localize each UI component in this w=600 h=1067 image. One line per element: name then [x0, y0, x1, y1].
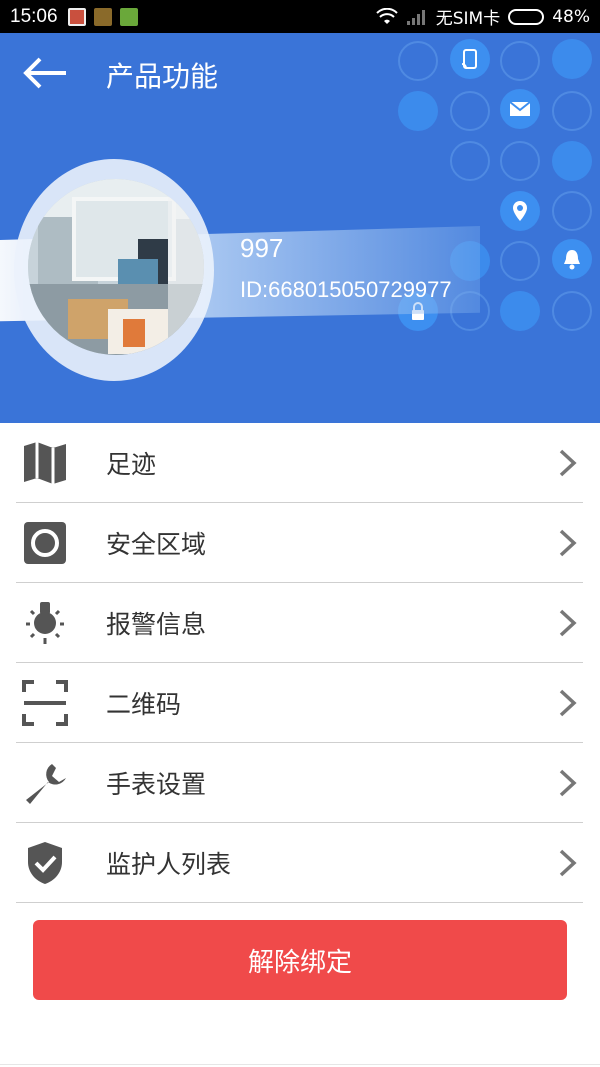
- status-right: 无SIM卡 48%: [376, 4, 590, 29]
- carrier-label: 无SIM卡: [435, 9, 501, 29]
- battery-percent: 48%: [552, 6, 590, 27]
- decor-dot: [552, 191, 592, 231]
- menu-item-guardian-list[interactable]: 监护人列表: [16, 823, 583, 903]
- decor-dot: [450, 141, 490, 181]
- mail-icon: [500, 89, 540, 129]
- decor-dot: [398, 41, 438, 81]
- menu-label: 安全区域: [106, 529, 207, 559]
- chevron-right-icon: [559, 529, 577, 556]
- decor-dot: [552, 291, 592, 331]
- alarm-bulb-icon: [16, 594, 74, 652]
- device-avatar[interactable]: [28, 179, 204, 355]
- battery-icon: [508, 8, 545, 25]
- decor-dot: [552, 141, 592, 181]
- menu-item-alarm-info[interactable]: 报警信息: [16, 583, 583, 663]
- status-time: 15:06: [10, 5, 58, 27]
- decor-dot: [450, 91, 490, 131]
- function-menu: 足迹 安全区域 报警信息 二维码 手表设置 监护人列表: [16, 423, 583, 903]
- safe-zone-icon: [16, 514, 74, 572]
- decor-dot: [500, 241, 540, 281]
- unbind-button[interactable]: 解除绑定: [33, 920, 567, 1000]
- decor-dot: [500, 41, 540, 81]
- chevron-right-icon: [559, 849, 577, 876]
- status-bar: 15:06 无SIM卡 48%: [0, 0, 600, 33]
- device-id: ID:668015050729977: [240, 277, 452, 302]
- chevron-right-icon: [559, 449, 577, 476]
- wifi-icon: [376, 7, 398, 24]
- qr-scan-icon: [16, 674, 74, 732]
- menu-label: 二维码: [106, 689, 182, 719]
- menu-item-watch-settings[interactable]: 手表设置: [16, 743, 583, 823]
- location-pin-icon: [500, 191, 540, 231]
- back-arrow-icon[interactable]: [22, 57, 68, 89]
- menu-label: 报警信息: [106, 609, 207, 639]
- device-header: 产品功能 997 ID:668015050729977: [0, 33, 600, 423]
- chevron-right-icon: [559, 609, 577, 636]
- decor-dot: [552, 39, 592, 79]
- page-title: 产品功能: [106, 60, 219, 93]
- device-name: 997: [240, 233, 284, 263]
- phone-cast-icon: [450, 39, 490, 79]
- calendar-notification-icon: [67, 7, 86, 26]
- shield-check-icon: [16, 834, 74, 892]
- chevron-right-icon: [559, 689, 577, 716]
- menu-item-safe-zone[interactable]: 安全区域: [16, 503, 583, 583]
- menu-item-footprint[interactable]: 足迹: [16, 423, 583, 503]
- app-notification-icon: [119, 7, 138, 26]
- video-notification-icon: [93, 7, 112, 26]
- decor-dot: [552, 91, 592, 131]
- wrench-icon: [16, 754, 74, 812]
- menu-label: 手表设置: [106, 769, 207, 799]
- menu-item-qr-code[interactable]: 二维码: [16, 663, 583, 743]
- menu-label: 监护人列表: [106, 849, 232, 879]
- divider: [0, 1064, 600, 1065]
- chevron-right-icon: [559, 769, 577, 796]
- signal-icon: [406, 9, 425, 25]
- bell-icon: [552, 239, 592, 279]
- map-icon: [16, 434, 74, 492]
- decor-dot: [500, 291, 540, 331]
- menu-label: 足迹: [106, 449, 157, 479]
- decor-dot: [500, 141, 540, 181]
- decor-dot: [398, 91, 438, 131]
